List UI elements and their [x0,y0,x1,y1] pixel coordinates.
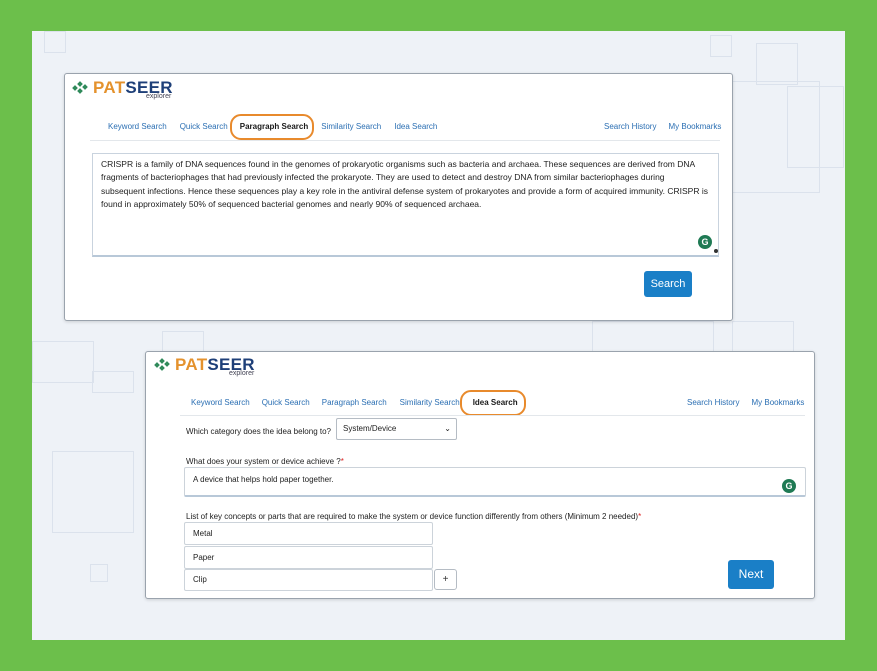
deco-square [710,35,732,57]
deco-square [162,331,204,353]
tab-keyword-search[interactable]: Keyword Search [191,398,250,407]
patseer-logo-icon [153,357,173,373]
concepts-question-text: List of key concepts or parts that are r… [186,512,639,521]
required-mark: * [340,457,344,466]
logo-pat: PAT [175,355,208,374]
concept-input-2[interactable]: Paper [184,546,433,569]
next-button[interactable]: Next [728,560,774,589]
deco-square [32,341,94,383]
resize-handle-icon[interactable] [714,249,718,253]
concept-input-1[interactable]: Metal [184,522,433,545]
deco-square [52,451,134,533]
logo-subtitle: explorer [146,93,172,100]
tab-idea-search[interactable]: Idea Search [394,122,437,131]
tab-divider [180,415,805,416]
tab-paragraph-search[interactable]: Paragraph Search [322,398,387,407]
my-bookmarks-link[interactable]: My Bookmarks [751,398,804,407]
patseer-logo-icon [71,80,91,96]
grammarly-icon[interactable]: G [698,235,712,249]
deco-square [756,43,798,85]
required-mark: * [638,512,642,521]
tab-similarity-search[interactable]: Similarity Search [321,122,381,131]
category-select-value: System/Device [343,424,397,433]
logo-pat: PAT [93,78,126,97]
chevron-down-icon: ⌄ [444,424,451,433]
my-bookmarks-link[interactable]: My Bookmarks [668,122,721,131]
logo-subtitle: explorer [229,370,255,377]
category-select[interactable]: System/Device ⌄ [336,418,457,440]
concept-input-3[interactable]: Clip [184,569,433,591]
search-button[interactable]: Search [644,271,692,297]
search-history-link[interactable]: Search History [604,122,656,131]
tab-bar: Keyword Search Quick Search Paragraph Se… [108,122,437,131]
account-links: Search History My Bookmarks [687,398,804,407]
concepts-question: List of key concepts or parts that are r… [186,512,641,521]
tab-idea-search[interactable]: Idea Search [473,398,518,407]
deco-square [92,371,134,393]
tab-quick-search[interactable]: Quick Search [262,398,310,407]
deco-square [592,321,714,353]
deco-square [90,564,108,582]
tab-quick-search[interactable]: Quick Search [180,122,228,131]
add-concept-button[interactable]: + [434,569,457,590]
deco-square [728,81,820,193]
tab-divider [90,140,720,141]
tab-similarity-search[interactable]: Similarity Search [400,398,460,407]
tab-bar: Keyword Search Quick Search Paragraph Se… [191,398,518,407]
account-links: Search History My Bookmarks [604,122,721,131]
achieve-input[interactable]: A device that helps hold paper together. [184,467,806,497]
achieve-question-text: What does your system or device achieve … [186,457,341,466]
achieve-question: What does your system or device achieve … [186,457,344,466]
category-question: Which category does the idea belong to? [186,427,331,436]
paragraph-input[interactable]: CRISPR is a family of DNA sequences foun… [92,153,719,257]
deco-square [44,31,66,53]
tab-paragraph-search[interactable]: Paragraph Search [240,122,308,131]
tab-keyword-search[interactable]: Keyword Search [108,122,167,131]
grammarly-icon[interactable]: G [782,479,796,493]
deco-square [732,321,794,353]
search-history-link[interactable]: Search History [687,398,739,407]
